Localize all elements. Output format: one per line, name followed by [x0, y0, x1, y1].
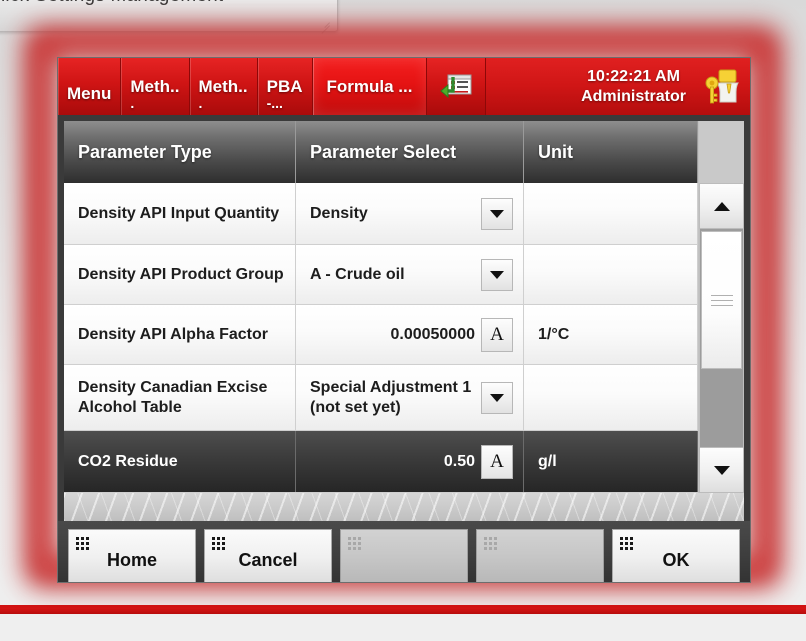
cell-parameter-select[interactable]: 0.50 A	[296, 431, 524, 492]
parameter-table: Parameter Type Parameter Select Unit Den…	[64, 121, 744, 493]
grid-dots-icon	[620, 537, 633, 550]
status-area: 10:22:21 AM Administrator	[486, 58, 750, 115]
cell-parameter-type: Density API Product Group	[64, 245, 296, 304]
column-header-unit: Unit	[524, 121, 698, 183]
grid-dots-icon	[212, 537, 225, 550]
cell-value: A - Crude oil	[310, 265, 405, 283]
clock-time: 10:22:21 AM	[587, 67, 680, 85]
column-header-parameter-type: Parameter Type	[64, 121, 296, 183]
grid-dots-icon	[348, 537, 361, 550]
cell-unit	[524, 365, 698, 430]
grid-dots-icon	[484, 537, 497, 550]
alpha-edit-button[interactable]: A	[481, 317, 513, 352]
clock-user-block: 10:22:21 AM Administrator	[581, 67, 692, 107]
column-header-parameter-select: Parameter Select	[296, 121, 524, 183]
vertical-scrollbar[interactable]	[698, 121, 744, 493]
key-user-icon[interactable]	[702, 66, 742, 108]
dropdown-button[interactable]	[481, 197, 513, 230]
arrow-down-icon	[713, 465, 730, 475]
table-row[interactable]: Density API Alpha Factor 0.00050000 A 1/…	[64, 305, 698, 365]
dropdown-button[interactable]	[481, 258, 513, 291]
chevron-down-icon	[490, 209, 504, 218]
table-row[interactable]: Density API Product Group A - Crude oil	[64, 245, 698, 305]
empty-button-3	[340, 529, 468, 582]
cell-unit: g/l	[524, 431, 698, 492]
cell-value: 0.00050000	[390, 325, 475, 343]
footer-button-bar: Home Cancel OK	[58, 521, 750, 582]
scrollbar-track[interactable]	[699, 229, 744, 447]
table-row[interactable]: Density API Input Quantity Density	[64, 183, 698, 245]
bottom-red-bar	[0, 605, 806, 614]
grid-dots-icon	[76, 537, 89, 550]
cell-parameter-select[interactable]: Special Adjustment 1 (not set yet)	[296, 365, 524, 430]
scrollbar-thumb[interactable]	[701, 231, 742, 369]
cell-parameter-type: CO2 Residue	[64, 431, 296, 492]
chevron-down-icon	[490, 393, 504, 402]
scrollbar-header-spacer	[699, 121, 744, 183]
empty-button-4	[476, 529, 604, 582]
cancel-button-label: Cancel	[238, 549, 298, 570]
bottom-strip	[0, 614, 806, 641]
table-row-selected[interactable]: CO2 Residue 0.50 A g/l	[64, 431, 698, 493]
cell-value: Density	[310, 204, 368, 222]
device-screen: Menu Meth.. . Meth.. . PBA -... Formula …	[58, 58, 750, 582]
cell-unit	[524, 245, 698, 304]
tab-method-2-sublabel: .	[198, 94, 203, 111]
tab-menu[interactable]: Menu	[58, 58, 122, 115]
cell-parameter-select[interactable]: 0.00050000 A	[296, 305, 524, 364]
home-button-label: Home	[106, 549, 157, 570]
cancel-button[interactable]: Cancel	[204, 529, 332, 582]
tab-menu-label: Menu	[67, 83, 112, 103]
cell-parameter-type: Density API Input Quantity	[64, 183, 296, 244]
cell-parameter-select[interactable]: A - Crude oil	[296, 245, 524, 304]
cell-value: 0.50	[443, 452, 475, 470]
tab-pba-sublabel: -...	[266, 94, 283, 111]
ok-button-label: OK	[662, 549, 690, 570]
decorative-texture-strip	[64, 493, 744, 521]
ok-button[interactable]: OK	[612, 529, 740, 582]
tab-method-1-sublabel: .	[130, 94, 135, 111]
parameter-table-body: Parameter Type Parameter Select Unit Den…	[64, 121, 698, 493]
scrollbar-grip-icon	[710, 291, 733, 310]
back-to-list-button[interactable]	[427, 58, 487, 115]
tab-method-2-label: Meth..	[198, 76, 248, 96]
arrow-up-icon	[713, 201, 730, 211]
scrollbar-down-button[interactable]	[699, 447, 744, 493]
tab-method-1[interactable]: Meth.. .	[121, 58, 190, 115]
cell-parameter-select[interactable]: Density	[296, 183, 524, 244]
background-window-title: lick Settings Management	[1, 0, 223, 7]
table-header-row: Parameter Type Parameter Select Unit	[64, 121, 698, 183]
home-button[interactable]: Home	[68, 529, 196, 582]
current-user: Administrator	[581, 87, 686, 105]
tab-method-1-label: Meth..	[130, 76, 180, 96]
cell-value: Special Adjustment 1 (not set yet)	[310, 378, 472, 416]
cell-unit	[524, 183, 698, 244]
tab-formula-label: Formula ...	[326, 76, 413, 96]
title-bar: Menu Meth.. . Meth.. . PBA -... Formula …	[58, 58, 750, 115]
tab-pba[interactable]: PBA -...	[257, 58, 313, 115]
table-row[interactable]: Density Canadian Excise Alcohol Table Sp…	[64, 365, 698, 431]
window-list-back-icon	[440, 74, 472, 98]
alpha-edit-button[interactable]: A	[481, 444, 513, 479]
cell-parameter-type: Density API Alpha Factor	[64, 305, 296, 364]
tab-pba-label: PBA	[266, 76, 303, 96]
cell-parameter-type: Density Canadian Excise Alcohol Table	[64, 365, 296, 430]
tab-formula[interactable]: Formula ...	[312, 58, 428, 115]
tab-method-2[interactable]: Meth.. .	[189, 58, 258, 115]
cell-unit: 1/°C	[524, 305, 698, 364]
scrollbar-up-button[interactable]	[699, 183, 744, 229]
chevron-down-icon	[490, 270, 504, 279]
dropdown-button[interactable]	[481, 381, 513, 414]
